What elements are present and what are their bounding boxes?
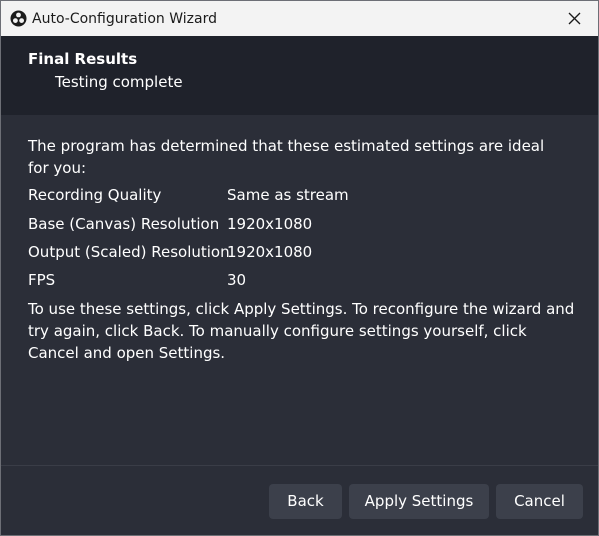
back-button[interactable]: Back xyxy=(269,484,342,519)
cancel-button[interactable]: Cancel xyxy=(496,484,583,519)
wizard-window: Auto-Configuration Wizard Final Results … xyxy=(0,0,599,536)
title-bar: Auto-Configuration Wizard xyxy=(1,1,598,36)
obs-logo-icon xyxy=(10,10,27,27)
setting-label-output-resolution: Output (Scaled) Resolution xyxy=(28,243,230,261)
close-icon xyxy=(568,12,581,25)
page-title: Final Results xyxy=(28,50,138,68)
setting-value-output-resolution: 1920x1080 xyxy=(227,243,313,261)
setting-label-fps: FPS xyxy=(28,271,56,289)
wizard-header: Final Results Testing complete xyxy=(1,36,598,115)
setting-value-base-resolution: 1920x1080 xyxy=(227,215,313,233)
close-button[interactable] xyxy=(552,1,598,36)
instructions-text: To use these settings, click Apply Setti… xyxy=(28,300,575,362)
intro-text: The program has determined that these es… xyxy=(28,137,545,177)
apply-settings-button[interactable]: Apply Settings xyxy=(349,484,489,519)
page-subtitle: Testing complete xyxy=(55,73,183,91)
footer-divider xyxy=(1,465,598,466)
setting-label-recording-quality: Recording Quality xyxy=(28,186,162,204)
setting-value-fps: 30 xyxy=(227,271,247,289)
window-title: Auto-Configuration Wizard xyxy=(32,11,217,27)
setting-value-recording-quality: Same as stream xyxy=(227,186,349,204)
setting-label-base-resolution: Base (Canvas) Resolution xyxy=(28,215,220,233)
